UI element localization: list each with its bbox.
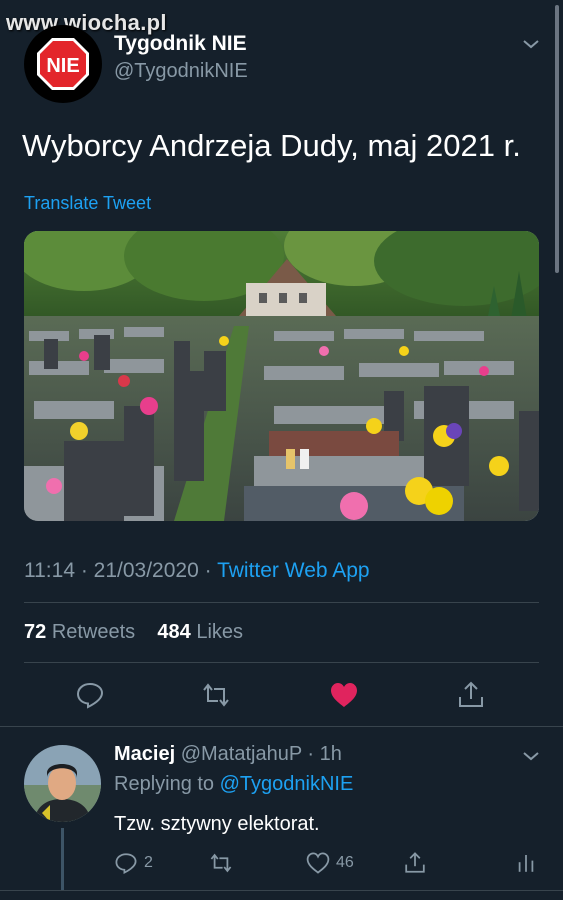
likes-stat[interactable]: 484 Likes [157, 621, 243, 643]
reply-like-button[interactable]: 46 [306, 850, 354, 876]
tweet-date: 21/03/2020 [93, 559, 199, 582]
separator: · [75, 559, 94, 582]
likes-label: Likes [196, 621, 244, 643]
analytics-icon [518, 855, 534, 872]
tweet-meta: 11:14 · 21/03/2020 · Twitter Web App [24, 559, 370, 583]
tweet-photo[interactable] [24, 231, 539, 521]
reply-author-name[interactable]: Maciej [114, 743, 175, 765]
reply-reply-button[interactable]: 2 [114, 850, 153, 876]
retweet-icon[interactable] [201, 680, 231, 710]
separator: · [198, 559, 218, 582]
tweet-text: Wyborcy Andrzeja Dudy, maj 2021 r. [22, 128, 521, 163]
author-name[interactable]: Tygodnik NIE [114, 32, 247, 56]
author-avatar[interactable]: NIE [24, 25, 102, 103]
chevron-down-icon[interactable] [522, 35, 540, 53]
reply-handle-time[interactable]: @MatatjahuP · 1h [181, 743, 342, 765]
tweet-stats: 72 Retweets 484 Likes [24, 621, 243, 644]
share-icon[interactable] [456, 680, 486, 710]
reply-icon [115, 853, 137, 875]
retweets-label: Retweets [51, 621, 136, 643]
reply-text: Tzw. sztywny elektorat. [114, 813, 320, 835]
divider [24, 602, 539, 603]
retweet-icon [210, 853, 232, 873]
replying-to: Replying to @TygodnikNIE [114, 773, 353, 796]
reply-like-count: 46 [336, 854, 354, 871]
logo-text: NIE [46, 55, 79, 77]
divider [0, 726, 563, 727]
reply-header: Maciej @MatatjahuP · 1h [114, 743, 342, 766]
translate-tweet-link[interactable]: Translate Tweet [24, 193, 151, 214]
retweets-stat[interactable]: 72 Retweets [24, 621, 135, 643]
scrollbar[interactable] [555, 5, 559, 273]
likes-count: 484 [157, 621, 191, 643]
chevron-down-icon[interactable] [522, 747, 540, 765]
divider [0, 890, 563, 891]
share-icon [405, 852, 425, 873]
reply-analytics-button[interactable] [514, 850, 544, 876]
like-icon[interactable] [329, 680, 359, 710]
reply-reply-count: 2 [144, 854, 153, 871]
thread-line [61, 828, 64, 890]
reply-icon[interactable] [75, 680, 105, 710]
retweets-count: 72 [24, 621, 47, 643]
heart-outline-icon [306, 852, 330, 874]
reply-retweet-button[interactable] [209, 850, 239, 876]
tweet-source-app[interactable]: Twitter Web App [217, 559, 370, 582]
author-handle[interactable]: @TygodnikNIE [114, 60, 248, 83]
replying-prefix: Replying to [114, 773, 215, 795]
replying-to-handle[interactable]: @TygodnikNIE [220, 773, 354, 795]
tweet-time: 11:14 [24, 559, 75, 582]
reply-share-button[interactable] [403, 850, 433, 876]
divider [24, 662, 539, 663]
nie-logo-icon: NIE [37, 38, 89, 90]
reply-author-avatar[interactable] [24, 745, 101, 822]
